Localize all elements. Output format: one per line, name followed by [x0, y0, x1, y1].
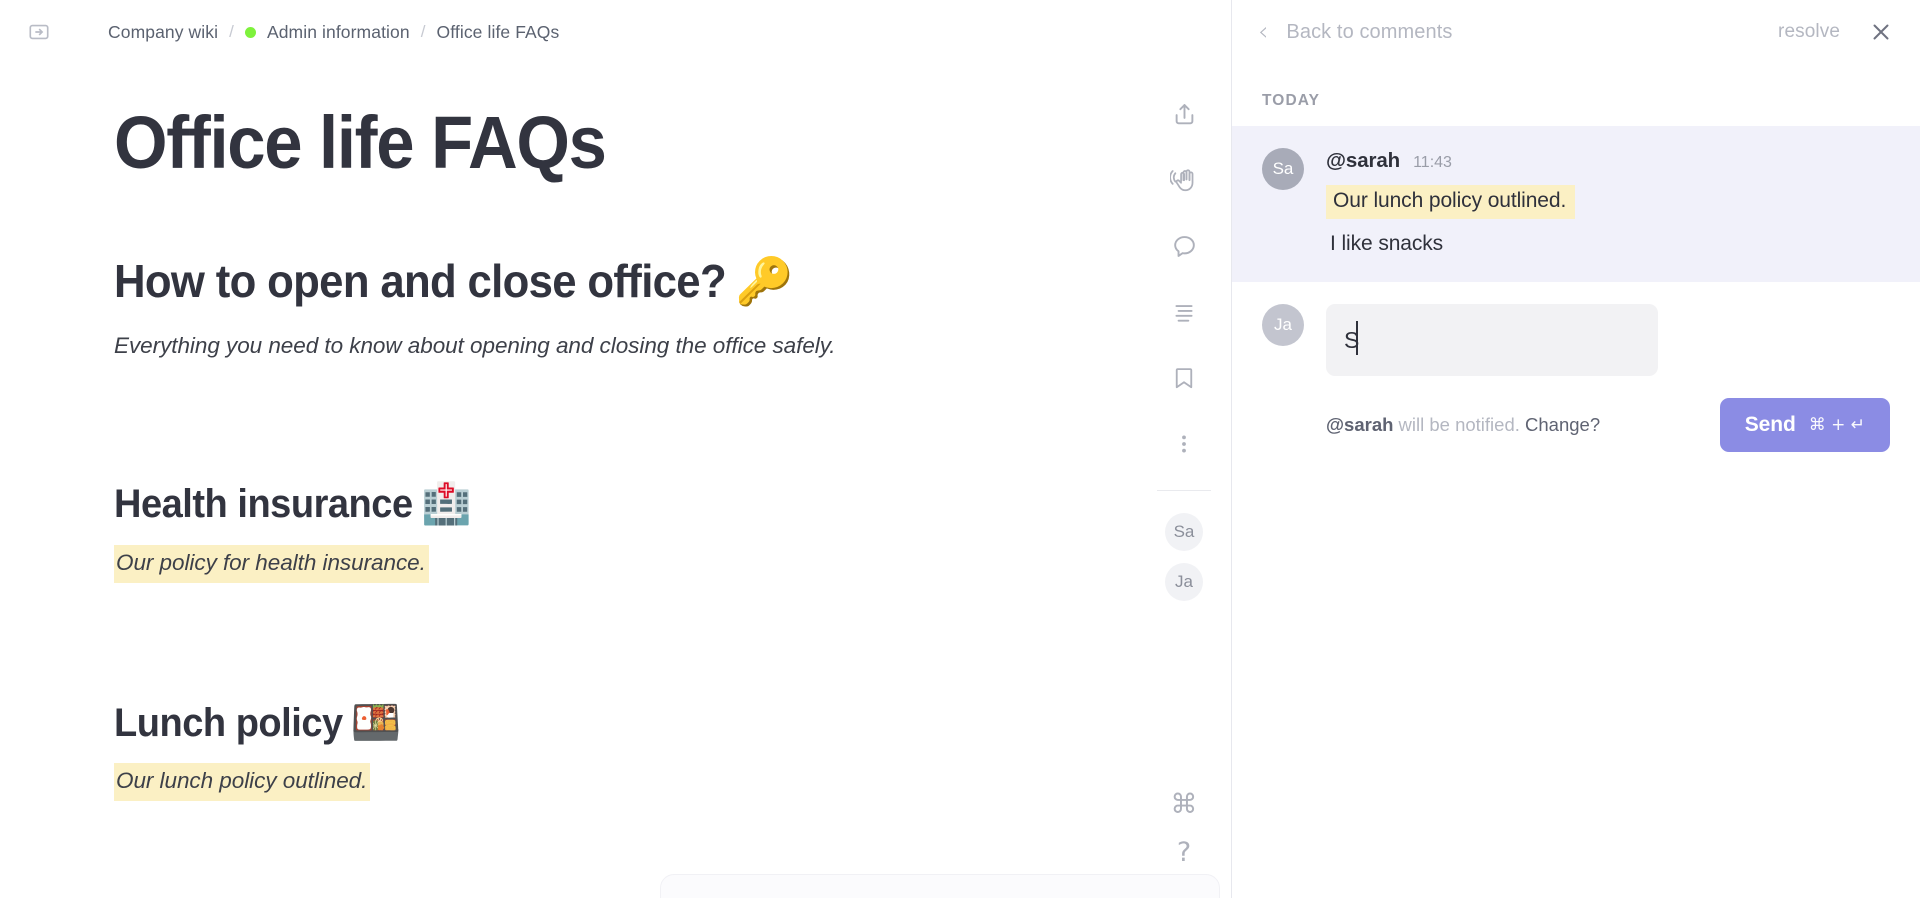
resolve-button[interactable]: resolve: [1778, 21, 1840, 43]
reply-input-wrap: [1326, 304, 1890, 376]
share-icon[interactable]: [1160, 90, 1208, 138]
section-heading-text: How to open and close office?: [114, 255, 727, 307]
send-shortcut-hint: ⌘ + ↵: [1808, 415, 1865, 435]
breadcrumb-item-company-wiki[interactable]: Company wiki: [108, 22, 218, 43]
chevron-left-icon: ‹: [1258, 17, 1269, 47]
avatar-initials: Ja: [1175, 572, 1193, 591]
avatar-initials: Sa: [1173, 522, 1195, 541]
panel-expand-icon[interactable]: [22, 15, 56, 49]
comments-panel: ‹ Back to comments resolve TODAY Sa @sar…: [1232, 0, 1920, 898]
rail-bottom-group: ⌘ ?: [1136, 780, 1232, 876]
section-heading: How to open and close office? 🔑: [114, 254, 929, 308]
rail-divider: [1157, 490, 1211, 491]
section-heading-text: Health insurance: [114, 482, 413, 527]
breadcrumb-status-dot: [244, 26, 256, 38]
document-section: Health insurance 🏥 Our policy for health…: [114, 482, 972, 583]
breadcrumb-item-current[interactable]: Office life FAQs: [437, 22, 560, 43]
key-icon: 🔑: [735, 254, 794, 308]
more-vertical-icon[interactable]: [1160, 420, 1208, 468]
bento-box-icon: 🍱: [351, 699, 402, 746]
comment-bubble-icon[interactable]: [1160, 222, 1208, 270]
comment-timestamp: 11:43: [1413, 154, 1452, 171]
comment-body: @sarah 11:43 Our lunch policy outlined. …: [1326, 148, 1890, 256]
reply-avatar: Ja: [1262, 304, 1304, 346]
document-scroll[interactable]: Office life FAQs How to open and close o…: [0, 64, 1232, 898]
panel-header-actions: resolve: [1778, 15, 1898, 49]
comment-meta: @sarah 11:43: [1326, 149, 1890, 173]
notify-message: will be notified.: [1393, 414, 1526, 435]
send-button-label: Send: [1744, 413, 1796, 436]
reply-row: Ja: [1232, 282, 1920, 376]
avatar-ja[interactable]: Ja: [1165, 563, 1203, 601]
breadcrumb: Company wiki / Admin information / Offic…: [108, 22, 559, 43]
panel-divider: [1231, 0, 1232, 898]
section-body-highlighted[interactable]: Our lunch policy outlined.: [114, 763, 371, 801]
right-rail-toolbar: Sa Ja ⌘ ?: [1136, 0, 1232, 898]
avatar-sa[interactable]: Sa: [1165, 513, 1203, 551]
section-heading: Lunch policy 🍱: [114, 699, 929, 746]
comment-author[interactable]: @sarah: [1326, 149, 1400, 173]
section-heading: Health insurance 🏥: [114, 482, 929, 527]
avatar-initials: Ja: [1274, 315, 1292, 334]
comment-text: I like snacks: [1330, 232, 1444, 255]
reply-footer: @sarah will be notified. Change? Send ⌘ …: [1232, 376, 1920, 452]
hospital-icon: 🏥: [421, 481, 472, 528]
quoted-text: Our lunch policy outlined.: [1326, 185, 1576, 219]
change-notify-link[interactable]: Change?: [1525, 414, 1600, 435]
top-bar: Company wiki / Admin information / Offic…: [0, 0, 1232, 64]
back-to-comments-button[interactable]: ‹ Back to comments: [1258, 19, 1453, 45]
date-group-label: TODAY: [1262, 92, 1321, 109]
breadcrumb-separator: /: [229, 22, 234, 41]
notify-mention: @sarah: [1326, 414, 1394, 435]
help-question-icon[interactable]: ?: [1160, 828, 1208, 876]
breadcrumb-item-admin-information[interactable]: Admin information: [267, 22, 410, 43]
document-section: Lunch policy 🍱 Our lunch policy outlined…: [114, 699, 972, 801]
avatar-initials: Sa: [1272, 159, 1294, 178]
document-area: Company wiki / Admin information / Offic…: [0, 0, 1232, 898]
text-caret: [1356, 321, 1358, 355]
command-key-icon[interactable]: ⌘: [1160, 780, 1208, 828]
app-root: Company wiki / Admin information / Offic…: [0, 0, 1920, 898]
outline-list-icon[interactable]: [1160, 288, 1208, 336]
section-heading-text: Lunch policy: [114, 700, 343, 745]
document-section: How to open and close office? 🔑 Everythi…: [114, 254, 972, 362]
section-body-highlighted[interactable]: Our policy for health insurance.: [114, 544, 429, 583]
comment-thread-item[interactable]: Sa @sarah 11:43 Our lunch policy outline…: [1232, 126, 1920, 282]
send-button[interactable]: Send ⌘ + ↵: [1719, 398, 1890, 452]
section-body: Everything you need to know about openin…: [114, 332, 836, 358]
breadcrumb-separator: /: [420, 22, 426, 41]
close-icon[interactable]: [1864, 15, 1898, 49]
back-to-comments-label: Back to comments: [1286, 20, 1453, 43]
bookmark-icon[interactable]: [1160, 354, 1208, 402]
comments-panel-header: ‹ Back to comments resolve: [1232, 0, 1920, 64]
comment-avatar: Sa: [1262, 148, 1304, 190]
reply-input[interactable]: [1326, 304, 1658, 376]
wave-hand-icon[interactable]: [1160, 156, 1208, 204]
page-title: Office life FAQs: [114, 101, 607, 184]
notify-text: @sarah will be notified. Change?: [1326, 414, 1600, 436]
